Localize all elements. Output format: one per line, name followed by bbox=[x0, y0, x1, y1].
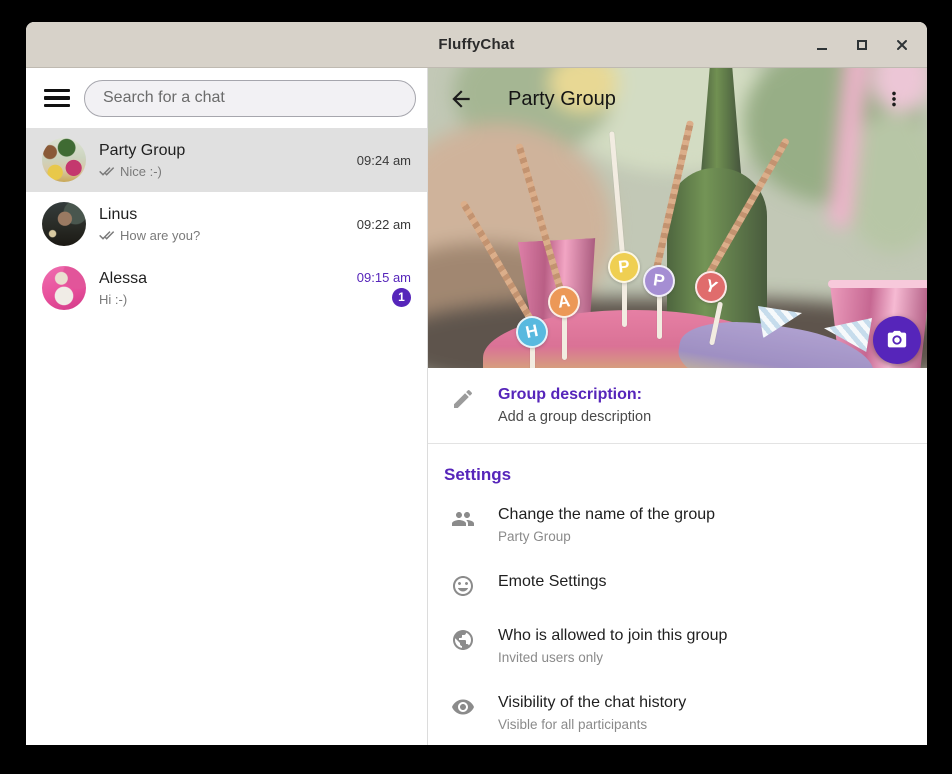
close-button[interactable] bbox=[889, 32, 915, 58]
chat-name: Party Group bbox=[99, 141, 357, 160]
avatar bbox=[42, 266, 86, 310]
search-input[interactable] bbox=[84, 80, 416, 117]
eye-icon bbox=[451, 695, 475, 719]
more-options-button[interactable] bbox=[877, 82, 911, 116]
group-people-icon bbox=[451, 507, 475, 531]
maximize-button[interactable] bbox=[849, 32, 875, 58]
chat-last-message: Nice :-) bbox=[120, 164, 162, 179]
chat-time: 09:15 am bbox=[357, 270, 411, 285]
unread-badge: 1 bbox=[392, 288, 411, 307]
search-row bbox=[26, 68, 427, 128]
chat-name: Linus bbox=[99, 205, 357, 224]
chat-time: 09:24 am bbox=[357, 153, 411, 168]
setting-join-permission[interactable]: Who is allowed to join this group Invite… bbox=[428, 612, 927, 679]
detail-title: Party Group bbox=[508, 88, 616, 111]
detail-appbar: Party Group bbox=[428, 68, 927, 130]
setting-title: Emote Settings bbox=[498, 572, 607, 592]
setting-emote-settings[interactable]: Emote Settings bbox=[428, 558, 927, 612]
camera-icon bbox=[886, 329, 908, 351]
setting-subtitle: Invited users only bbox=[498, 650, 727, 665]
description-value: Add a group description bbox=[498, 409, 651, 425]
window-title: FluffyChat bbox=[26, 22, 927, 67]
minimize-button[interactable] bbox=[809, 32, 835, 58]
group-description-item[interactable]: Group description: Add a group descripti… bbox=[428, 368, 927, 444]
titlebar: FluffyChat bbox=[26, 22, 927, 68]
chat-time: 09:22 am bbox=[357, 217, 411, 232]
hamburger-menu-icon[interactable] bbox=[44, 88, 70, 108]
setting-title: Who is allowed to join this group bbox=[498, 626, 727, 646]
chat-last-message: How are you? bbox=[120, 228, 200, 243]
emoji-smiley-icon bbox=[451, 574, 475, 598]
setting-subtitle: Visible for all participants bbox=[498, 717, 686, 732]
group-header-photo: H A P P Y Party Group bbox=[428, 68, 927, 368]
chat-list-panel: Party Group Nice :-) 09:24 am Linus bbox=[26, 68, 428, 745]
setting-history-visibility[interactable]: Visibility of the chat history Visible f… bbox=[428, 679, 927, 745]
double-check-icon bbox=[99, 165, 115, 177]
setting-change-group-name[interactable]: Change the name of the group Party Group bbox=[428, 491, 927, 558]
back-button[interactable] bbox=[444, 82, 478, 116]
edit-pencil-icon bbox=[451, 387, 475, 411]
change-photo-button[interactable] bbox=[873, 316, 921, 364]
chat-name: Alessa bbox=[99, 269, 357, 288]
group-detail-panel: H A P P Y Party Group bbox=[428, 68, 927, 745]
setting-subtitle: Party Group bbox=[498, 529, 715, 544]
setting-title: Visibility of the chat history bbox=[498, 693, 686, 713]
avatar bbox=[42, 202, 86, 246]
double-check-icon bbox=[99, 229, 115, 241]
chat-row-linus[interactable]: Linus How are you? 09:22 am bbox=[26, 192, 427, 256]
description-label: Group description: bbox=[498, 385, 651, 405]
globe-icon bbox=[451, 628, 475, 652]
settings-header: Settings bbox=[428, 444, 927, 491]
setting-title: Change the name of the group bbox=[498, 505, 715, 525]
app-window: FluffyChat bbox=[26, 22, 927, 745]
chat-row-alessa[interactable]: Alessa Hi :-) 09:15 am 1 bbox=[26, 256, 427, 320]
chat-last-message: Hi :-) bbox=[99, 292, 127, 307]
window-controls bbox=[809, 22, 915, 67]
chat-row-party-group[interactable]: Party Group Nice :-) 09:24 am bbox=[26, 128, 427, 192]
avatar bbox=[42, 138, 86, 182]
